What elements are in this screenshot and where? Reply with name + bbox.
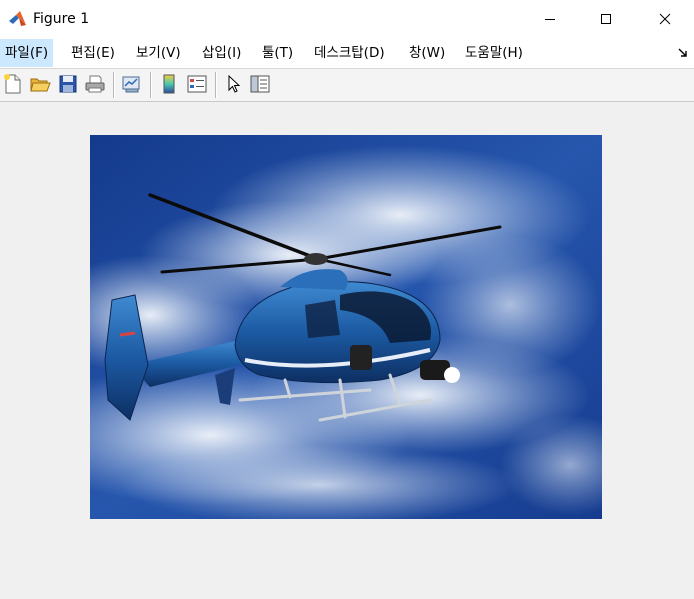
- edit-plot-icon[interactable]: [223, 73, 245, 95]
- print-icon[interactable]: [84, 73, 106, 95]
- figure-toolbar: [0, 69, 694, 102]
- menu-view[interactable]: 보기(V): [131, 39, 186, 67]
- toolbar-separator: [150, 72, 152, 98]
- link-plot-icon[interactable]: [120, 73, 142, 95]
- menu-tools[interactable]: 툴(T): [257, 39, 298, 67]
- window-title: Figure 1: [33, 11, 90, 27]
- dock-figure-icon[interactable]: [676, 45, 690, 59]
- matlab-logo-icon: [8, 9, 28, 29]
- new-figure-icon[interactable]: [2, 73, 24, 95]
- property-inspector-icon[interactable]: [249, 73, 271, 95]
- save-icon[interactable]: [57, 73, 79, 95]
- title-bar: Figure 1: [0, 0, 694, 38]
- menu-insert[interactable]: 삽입(I): [197, 39, 246, 67]
- insert-colorbar-icon[interactable]: [158, 73, 180, 95]
- toolbar-separator: [215, 72, 217, 98]
- open-file-icon[interactable]: [29, 73, 51, 95]
- helicopter-image: [90, 135, 602, 519]
- close-button[interactable]: [637, 0, 693, 38]
- minimize-button[interactable]: [522, 0, 578, 38]
- menu-edit[interactable]: 편집(E): [66, 39, 120, 67]
- menu-help[interactable]: 도움말(H): [460, 39, 528, 67]
- insert-legend-icon[interactable]: [186, 73, 208, 95]
- maximize-button[interactable]: [578, 0, 634, 38]
- menu-file[interactable]: 파일(F): [0, 39, 54, 67]
- figure-canvas[interactable]: [0, 102, 694, 599]
- toolbar-separator: [113, 72, 115, 98]
- menu-window[interactable]: 창(W): [404, 39, 450, 67]
- menu-bar: 파일(F) 편집(E) 보기(V) 삽입(I) 툴(T) 데스크탑(D) 창(W…: [0, 38, 694, 69]
- menu-desktop[interactable]: 데스크탑(D): [309, 39, 390, 67]
